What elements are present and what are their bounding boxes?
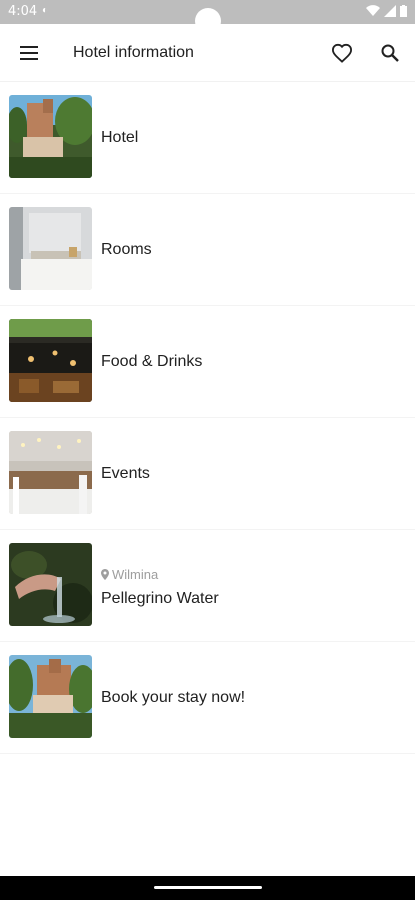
list-item-pellegrino-water[interactable]: Wilmina Pellegrino Water (0, 530, 415, 642)
status-bar: 4:04 ◐ (0, 0, 415, 34)
list-item-rooms[interactable]: Rooms (0, 194, 415, 306)
sync-icon: ◐ (42, 5, 49, 16)
rooms-thumbnail (9, 207, 92, 290)
pellegrino-water-thumbnail (9, 543, 92, 626)
item-label: Pellegrino Water (101, 590, 219, 607)
item-label: Events (101, 465, 150, 482)
list-item-hotel[interactable]: Hotel (0, 82, 415, 194)
system-nav-bar (0, 876, 415, 900)
item-label: Hotel (101, 129, 139, 146)
wifi-icon (366, 5, 380, 17)
status-icons (366, 5, 407, 17)
location: Wilmina (101, 567, 158, 582)
battery-icon (400, 5, 407, 17)
events-thumbnail (9, 431, 92, 514)
signal-icon (384, 5, 396, 17)
menu-icon[interactable] (17, 41, 41, 65)
food-drinks-thumbnail (9, 319, 92, 402)
book-stay-thumbnail (9, 655, 92, 738)
page-title: Hotel information (73, 44, 194, 61)
hotel-info-list: Hotel Rooms Food & Drinks Events Wilmina… (0, 82, 415, 754)
item-label: Book your stay now! (101, 689, 246, 706)
app-bar: Hotel information (0, 24, 415, 82)
location-label: Wilmina (112, 567, 159, 582)
item-label: Food & Drinks (101, 353, 203, 370)
home-handle[interactable] (154, 886, 262, 889)
item-label: Rooms (101, 241, 152, 258)
status-time: 4:04 (8, 4, 38, 19)
favorite-icon[interactable] (330, 41, 354, 65)
location-pin-icon (101, 569, 109, 580)
list-item-book-stay[interactable]: Book your stay now! (0, 642, 415, 754)
list-item-food-drinks[interactable]: Food & Drinks (0, 306, 415, 418)
search-icon[interactable] (378, 41, 402, 65)
list-item-events[interactable]: Events (0, 418, 415, 530)
hotel-thumbnail (9, 95, 92, 178)
